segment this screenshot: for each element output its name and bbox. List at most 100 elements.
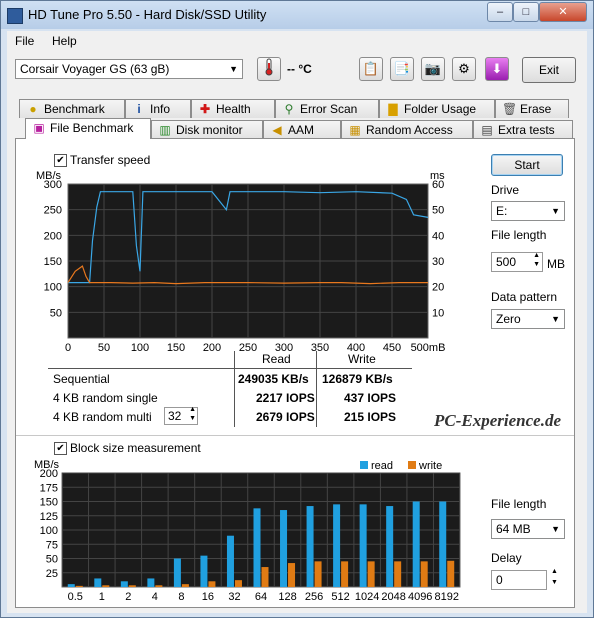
x-tick-label: 256 (305, 591, 323, 603)
random-multi-read-value: 2679 IOPS (256, 410, 315, 424)
x-tick-label: 500mB (411, 342, 446, 352)
write-header: Write (348, 352, 376, 366)
drive-selector-value: Corsair Voyager GS (63 gB) (20, 62, 170, 76)
maximize-button[interactable]: □ (513, 2, 539, 22)
y-tick-label-right: 50 (432, 205, 444, 217)
legend-label: write (418, 460, 442, 472)
app-window: HD Tune Pro 5.50 - Hard Disk/SSD Utility… (0, 0, 594, 618)
tab-aam[interactable]: ◀ AAM (263, 120, 341, 139)
x-tick-label: 2048 (381, 591, 405, 603)
file-benchmark-panel: ✔ Transfer speed 50 100 150 200 250 300 10 20 30… (15, 138, 575, 608)
file-length-stepper[interactable]: 500 ▲ ▼ (491, 252, 543, 272)
block-size-label: Block size measurement (70, 441, 201, 455)
block-size-checkbox[interactable]: ✔ (54, 442, 67, 455)
file-length-unit: MB (547, 257, 565, 271)
x-tick-label: 8 (178, 591, 184, 603)
options-button[interactable]: ⚙ (452, 57, 476, 81)
menu-help[interactable]: Help (52, 34, 77, 48)
spin-down-icon[interactable]: ▼ (533, 261, 540, 268)
drive-letter-select[interactable]: E: ▼ (491, 201, 565, 221)
download-arrow-icon: ⬇ (491, 61, 503, 76)
chevron-down-icon: ▼ (229, 64, 238, 74)
app-icon (7, 8, 23, 24)
spin-down-icon[interactable]: ▼ (189, 415, 196, 422)
tab-error-scan[interactable]: ⚲ Error Scan (275, 99, 379, 118)
read-bar (333, 504, 341, 587)
spin-up-icon[interactable]: ▲ (189, 406, 196, 413)
random-multi-write-value: 215 IOPS (344, 410, 397, 424)
tab-erase[interactable]: 🗑 Erase (495, 99, 569, 118)
close-button[interactable]: ✕ (539, 2, 587, 22)
x-tick-label: 0.5 (68, 591, 83, 603)
random-single-label: 4 KB random single (53, 391, 158, 405)
write-bar (128, 585, 136, 587)
start-button[interactable]: Start (491, 154, 563, 176)
menu-bar: File Help (7, 31, 587, 51)
read-bar (386, 506, 394, 587)
file-length-value: 500 (496, 255, 517, 269)
random-single-read-value: 2217 IOPS (256, 391, 315, 405)
chevron-down-icon: ▼ (551, 314, 560, 324)
x-tick-label: 512 (331, 591, 349, 603)
spin-up-icon[interactable]: ▲ (551, 568, 558, 575)
tab-file-benchmark[interactable]: ▣ File Benchmark (25, 118, 151, 139)
y-tick-label-right: 10 (432, 307, 444, 319)
tab-health[interactable]: ✚ Health (191, 99, 275, 118)
transfer-speed-checkbox[interactable]: ✔ (54, 154, 67, 167)
tab-extra-tests[interactable]: ▤ Extra tests (473, 120, 573, 139)
spin-down-icon[interactable]: ▼ (551, 579, 558, 586)
tab-random-access[interactable]: ▦ Random Access (341, 120, 473, 139)
legend-swatch (408, 461, 416, 469)
screenshot-button[interactable]: 📷 (421, 57, 445, 81)
tab-disk-monitor[interactable]: ▥ Disk monitor (151, 120, 263, 139)
delay-stepper[interactable]: 0 (491, 570, 547, 590)
temperature-readout: -- °C (287, 62, 312, 76)
write-bar (234, 580, 242, 587)
write-bar (314, 561, 322, 587)
read-bar (226, 535, 234, 587)
y-tick-label: 125 (40, 511, 58, 523)
exit-button[interactable]: Exit (522, 57, 576, 83)
transfer-speed-chart: 501001502002503001020304050600 50 100 150 20… (36, 170, 446, 352)
read-bar (359, 504, 367, 587)
divider (16, 435, 574, 436)
block-file-length-label: File length (491, 497, 547, 511)
read-bar (306, 506, 314, 587)
y-tick-label: 100 (40, 525, 58, 537)
legend-swatch (360, 461, 368, 469)
y-axis-unit-right: ms (430, 170, 445, 182)
block-file-length-select[interactable]: 64 MB ▼ (491, 519, 565, 539)
queue-depth-stepper[interactable]: 32 ▲ ▼ (164, 406, 198, 425)
camera-icon: 📷 (424, 61, 442, 76)
minimize-button[interactable]: – (487, 2, 513, 22)
tab-info[interactable]: i Info (125, 99, 191, 118)
data-pattern-select[interactable]: Zero ▼ (491, 309, 565, 329)
data-pattern-label: Data pattern (491, 290, 558, 304)
tab-folder-usage[interactable]: ▇ Folder Usage (379, 99, 495, 118)
x-tick-label: 1 (99, 591, 105, 603)
y-tick-label: 175 (40, 482, 58, 494)
queue-depth-value: 32 (168, 409, 182, 423)
thermometer-icon (257, 57, 281, 81)
menu-file[interactable]: File (15, 34, 34, 48)
file-benchmark-icon: ▣ (33, 121, 45, 135)
y-tick-label-left: 250 (44, 205, 62, 217)
y-tick-label: 50 (46, 554, 58, 566)
x-tick-label: 4096 (408, 591, 432, 603)
write-bar (261, 567, 269, 587)
copy-info-button[interactable]: 📑 (390, 57, 414, 81)
folder-icon: ▇ (388, 102, 398, 116)
spin-up-icon[interactable]: ▲ (533, 252, 540, 259)
write-bar (447, 560, 455, 587)
x-tick-label: 16 (202, 591, 214, 603)
tab-benchmark[interactable]: ● Benchmark (19, 99, 125, 118)
read-bar (253, 508, 261, 587)
write-bar (288, 563, 296, 587)
copy-text-button[interactable]: 📋 (359, 57, 383, 81)
random-single-write-value: 437 IOPS (344, 391, 397, 405)
write-bar (420, 561, 428, 587)
drive-label: Drive (491, 183, 520, 197)
drive-selector[interactable]: Corsair Voyager GS (63 gB) ▼ (15, 59, 243, 79)
save-button[interactable]: ⬇ (485, 57, 509, 81)
y-tick-label-left: 50 (50, 307, 62, 319)
